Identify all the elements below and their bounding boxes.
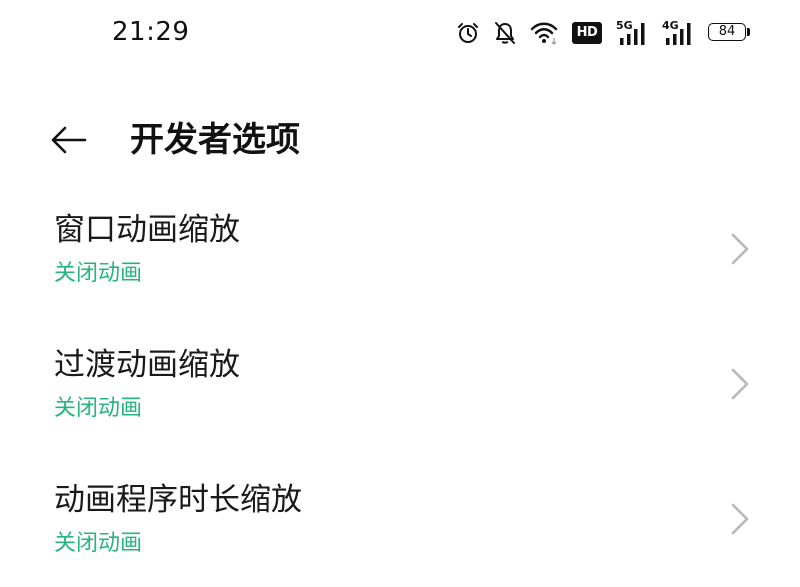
alarm-clock-icon <box>456 21 480 45</box>
status-bar: 21:29 HD 5G 4G 84 <box>0 0 800 66</box>
item-title: 过渡动画缩放 <box>54 347 240 383</box>
settings-list: 窗口动画缩放 关闭动画 过渡动画缩放 关闭动画 动画程序时长缩放 关闭动画 <box>0 182 800 587</box>
hd-label: HD <box>572 22 602 44</box>
item-value: 关闭动画 <box>54 396 143 421</box>
chevron-right-icon <box>731 233 749 265</box>
signal-5g-icon: 5G <box>616 20 648 46</box>
signal-4g-icon: 4G <box>662 20 694 46</box>
wifi-icon <box>530 20 558 46</box>
page-header: 开发者选项 <box>0 106 800 172</box>
battery-icon: 84 <box>708 22 752 44</box>
status-time: 21:29 <box>112 17 190 47</box>
settings-item-window-animation-scale[interactable]: 窗口动画缩放 关闭动画 <box>0 182 800 317</box>
chevron-right-icon <box>731 503 749 535</box>
battery-level: 84 <box>718 24 736 39</box>
page-title: 开发者选项 <box>130 120 300 160</box>
settings-item-animator-duration-scale[interactable]: 动画程序时长缩放 关闭动画 <box>0 452 800 587</box>
hd-voice-icon: HD <box>572 22 602 44</box>
item-title: 动画程序时长缩放 <box>54 482 302 518</box>
item-value: 关闭动画 <box>54 261 143 286</box>
bell-muted-icon <box>494 21 516 45</box>
chevron-right-icon <box>731 368 749 400</box>
item-title: 窗口动画缩放 <box>54 212 240 248</box>
arrow-left-icon <box>51 126 87 154</box>
item-value: 关闭动画 <box>54 531 143 556</box>
settings-item-transition-animation-scale[interactable]: 过渡动画缩放 关闭动画 <box>0 317 800 452</box>
status-icons: HD 5G 4G 84 <box>456 18 752 48</box>
back-button[interactable] <box>44 120 94 160</box>
